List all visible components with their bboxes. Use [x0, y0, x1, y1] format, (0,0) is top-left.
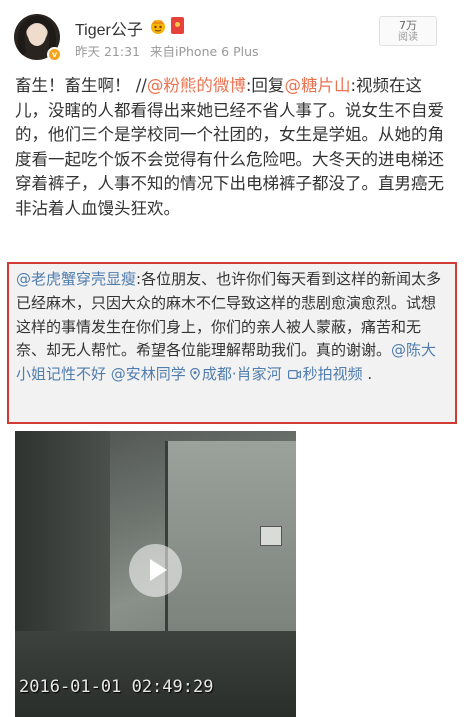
- quoted-post[interactable]: @老虎蟹穿壳显瘦:各位朋友、也许你们每天看到这样的新闻太多已经麻木，只因大众的麻…: [7, 262, 457, 424]
- post-text-segment: 畜生！畜生啊！ //: [15, 76, 147, 95]
- post-meta: 昨天 21:31 来自iPhone 6 Plus: [75, 41, 265, 60]
- post-source: 来自iPhone 6 Plus: [149, 44, 259, 59]
- quoted-author-link[interactable]: @老虎蟹穿壳显瘦: [16, 270, 136, 288]
- quoted-post-text: @老虎蟹穿壳显瘦:各位朋友、也许你们每天看到这样的新闻太多已经麻木，只因大众的麻…: [16, 268, 448, 387]
- post-header: v Tiger公子 昨天 21:31 来自iPhone 6 Plus 7万 阅读: [0, 0, 464, 68]
- video-icon: [287, 370, 301, 380]
- quote-end: .: [362, 365, 373, 384]
- post-text: 畜生！畜生啊！ //@粉熊的微博:回复@糖片山:视频在这儿，没瞎的人都看得出来她…: [15, 74, 453, 222]
- post-text-segment: :视频在这儿，没瞎的人都看得出来她已经不省人事了。说女生不自爱的，他们三个是学校…: [15, 76, 444, 218]
- red-packet-icon: [171, 17, 184, 34]
- video-label: 秒拍视频: [302, 365, 363, 384]
- video-link[interactable]: 秒拍视频: [282, 365, 363, 383]
- location-link[interactable]: 成都·肖家河: [186, 365, 282, 383]
- location-pin-icon: [190, 368, 200, 381]
- mention-link[interactable]: @粉熊的微博: [147, 76, 246, 95]
- views-count: 7万: [399, 19, 417, 32]
- mention-link[interactable]: @糖片山: [284, 76, 350, 95]
- mention-link[interactable]: @安林同学: [111, 365, 186, 383]
- verified-badge-icon: v: [47, 47, 62, 62]
- post-time: 昨天 21:31: [75, 44, 140, 59]
- video-timestamp: 2016-01-01 02:49:29: [19, 677, 214, 697]
- crown-icon: [151, 20, 165, 34]
- play-button-icon[interactable]: [129, 544, 182, 597]
- location-label: 成都·肖家河: [201, 365, 282, 384]
- views-button[interactable]: 7万 阅读: [379, 16, 437, 46]
- views-label: 阅读: [398, 32, 418, 43]
- video-thumbnail[interactable]: 2016-01-01 02:49:29: [15, 431, 296, 717]
- username[interactable]: Tiger公子: [75, 16, 143, 40]
- post-text-segment: :回复: [245, 76, 285, 95]
